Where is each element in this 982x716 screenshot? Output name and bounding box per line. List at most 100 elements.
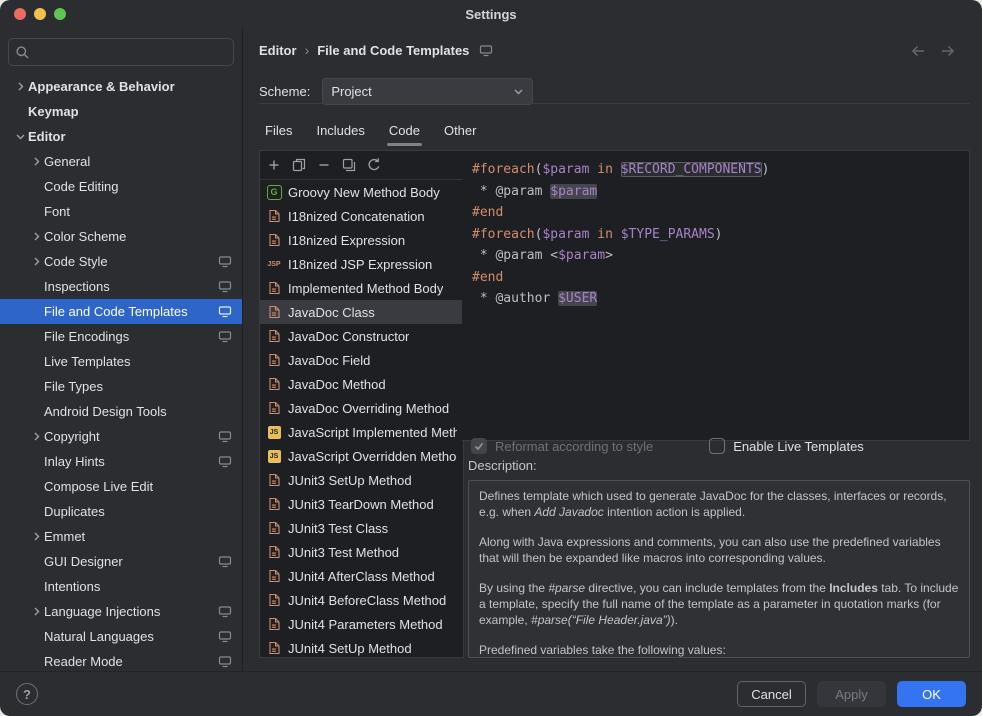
template-item-junit4-parameters-method[interactable]: JUnit4 Parameters Method — [260, 612, 463, 636]
code-line: #foreach($param in $RECORD_COMPONENTS) — [472, 159, 969, 181]
breadcrumb-separator-icon: › — [305, 42, 310, 58]
template-item-javascript-implemented-method-body[interactable]: JSJavaScript Implemented Method Body — [260, 420, 463, 444]
sidebar-item-color-scheme[interactable]: Color Scheme — [0, 224, 242, 249]
checkbox-unchecked-box — [709, 438, 725, 454]
sidebar-item-font[interactable]: Font — [0, 199, 242, 224]
groovy-icon: G — [266, 185, 282, 200]
copy-icon[interactable] — [289, 155, 309, 175]
sidebar-item-file-encodings[interactable]: File Encodings — [0, 324, 242, 349]
chevron-right-icon[interactable] — [28, 256, 44, 267]
template-item-i18nized-expression[interactable]: I18nized Expression — [260, 228, 463, 252]
template-item-junit3-test-class[interactable]: JUnit3 Test Class — [260, 516, 463, 540]
sidebar-item-inspections[interactable]: Inspections — [0, 274, 242, 299]
template-icon — [266, 617, 282, 631]
sidebar-item-code-editing[interactable]: Code Editing — [0, 174, 242, 199]
back-arrow-icon[interactable] — [910, 44, 926, 58]
chevron-right-icon[interactable] — [28, 156, 44, 167]
sidebar-item-label: Language Injections — [44, 604, 160, 619]
template-item-label: Groovy New Method Body — [288, 185, 440, 200]
scheme-select[interactable]: Project — [322, 78, 533, 105]
sidebar-item-label: General — [44, 154, 90, 169]
footer: ? Cancel Apply OK — [0, 671, 982, 716]
template-item-junit4-afterclass-method[interactable]: JUnit4 AfterClass Method — [260, 564, 463, 588]
breadcrumb-editor[interactable]: Editor — [259, 43, 297, 58]
sidebar-item-live-templates[interactable]: Live Templates — [0, 349, 242, 374]
sidebar-item-intentions[interactable]: Intentions — [0, 574, 242, 599]
sidebar-item-copyright[interactable]: Copyright — [0, 424, 242, 449]
sidebar-item-emmet[interactable]: Emmet — [0, 524, 242, 549]
sidebar-item-reader-mode[interactable]: Reader Mode — [0, 649, 242, 672]
template-toolbar — [260, 151, 463, 180]
template-item-junit3-test-method[interactable]: JUnit3 Test Method — [260, 540, 463, 564]
close-button[interactable] — [14, 8, 26, 20]
code-line: #end — [472, 202, 969, 224]
template-item-javadoc-field[interactable]: JavaDoc Field — [260, 348, 463, 372]
remove-icon[interactable] — [314, 155, 334, 175]
template-item-javadoc-overriding-method[interactable]: JavaDoc Overriding Method — [260, 396, 463, 420]
sidebar-item-duplicates[interactable]: Duplicates — [0, 499, 242, 524]
enable-live-templates-checkbox[interactable]: Enable Live Templates — [709, 438, 864, 454]
sidebar-item-compose-live-edit[interactable]: Compose Live Edit — [0, 474, 242, 499]
minimize-button[interactable] — [34, 8, 46, 20]
sidebar-item-appearance-behavior[interactable]: Appearance & Behavior — [0, 74, 242, 99]
template-item-junit4-setup-method[interactable]: JUnit4 SetUp Method — [260, 636, 463, 657]
sidebar-item-android-design-tools[interactable]: Android Design Tools — [0, 399, 242, 424]
template-item-javadoc-class[interactable]: JavaDoc Class — [260, 300, 463, 324]
template-item-label: JavaScript Implemented Method Body — [288, 425, 457, 440]
chevron-right-icon[interactable] — [28, 231, 44, 242]
sidebar-item-editor[interactable]: Editor — [0, 124, 242, 149]
chevron-right-icon[interactable] — [28, 606, 44, 617]
sidebar-item-inlay-hints[interactable]: Inlay Hints — [0, 449, 242, 474]
template-item-groovy-new-method-body[interactable]: G Groovy New Method Body — [260, 180, 463, 204]
reformat-checkbox: Reformat according to style — [471, 438, 653, 454]
template-item-implemented-method-body[interactable]: Implemented Method Body — [260, 276, 463, 300]
template-item-label: JUnit4 SetUp Method — [288, 641, 412, 656]
tab-code[interactable]: Code — [387, 116, 422, 144]
forward-arrow-icon[interactable] — [940, 44, 956, 58]
chevron-right-icon[interactable] — [28, 531, 44, 542]
template-editor[interactable]: #foreach($param in $RECORD_COMPONENTS) *… — [462, 150, 970, 441]
tabs: Files Includes Code Other — [263, 116, 478, 144]
zoom-button[interactable] — [54, 8, 66, 20]
revert-icon[interactable] — [364, 155, 384, 175]
tab-other[interactable]: Other — [442, 116, 479, 144]
enable-live-templates-label: Enable Live Templates — [733, 439, 864, 454]
sidebar-item-language-injections[interactable]: Language Injections — [0, 599, 242, 624]
code-line: * @param $param — [472, 181, 969, 203]
monitor-icon — [218, 630, 232, 643]
sidebar-item-label: Inlay Hints — [44, 454, 105, 469]
sidebar-item-label: Code Editing — [44, 179, 118, 194]
template-item-i18nized-jsp-expression[interactable]: JSPI18nized JSP Expression — [260, 252, 463, 276]
help-button[interactable]: ? — [16, 683, 38, 705]
add-icon[interactable] — [264, 155, 284, 175]
template-item-javadoc-constructor[interactable]: JavaDoc Constructor — [260, 324, 463, 348]
chevron-right-icon[interactable] — [12, 81, 28, 92]
sidebar-item-gui-designer[interactable]: GUI Designer — [0, 549, 242, 574]
sidebar-item-general[interactable]: General — [0, 149, 242, 174]
chevron-right-icon[interactable] — [28, 431, 44, 442]
ok-button[interactable]: OK — [897, 681, 966, 707]
tab-files[interactable]: Files — [263, 116, 294, 144]
chevron-down-icon[interactable] — [12, 131, 28, 142]
settings-window: Settings Appearance & BehaviorKeymapEdit… — [0, 0, 982, 716]
sidebar-item-file-types[interactable]: File Types — [0, 374, 242, 399]
sidebar-item-keymap[interactable]: Keymap — [0, 99, 242, 124]
cancel-button[interactable]: Cancel — [737, 681, 806, 707]
sidebar-item-label: Android Design Tools — [44, 404, 167, 419]
sidebar-item-code-style[interactable]: Code Style — [0, 249, 242, 274]
search-icon — [15, 45, 30, 60]
template-item-i18nized-concatenation[interactable]: I18nized Concatenation — [260, 204, 463, 228]
tab-includes[interactable]: Includes — [314, 116, 366, 144]
sidebar-item-file-and-code-templates[interactable]: File and Code Templates — [0, 299, 242, 324]
template-item-junit3-teardown-method[interactable]: JUnit3 TearDown Method — [260, 492, 463, 516]
scheme-label: Scheme: — [259, 84, 310, 99]
template-item-javadoc-method[interactable]: JavaDoc Method — [260, 372, 463, 396]
sidebar-item-natural-languages[interactable]: Natural Languages — [0, 624, 242, 649]
search-input[interactable] — [35, 44, 227, 61]
duplicate-icon[interactable] — [339, 155, 359, 175]
search-field[interactable] — [8, 38, 234, 66]
template-item-junit4-beforeclass-method[interactable]: JUnit4 BeforeClass Method — [260, 588, 463, 612]
template-item-javascript-overridden-method-body[interactable]: JSJavaScript Overridden Method Body — [260, 444, 463, 468]
template-item-junit3-setup-method[interactable]: JUnit3 SetUp Method — [260, 468, 463, 492]
sidebar-item-label: GUI Designer — [44, 554, 123, 569]
